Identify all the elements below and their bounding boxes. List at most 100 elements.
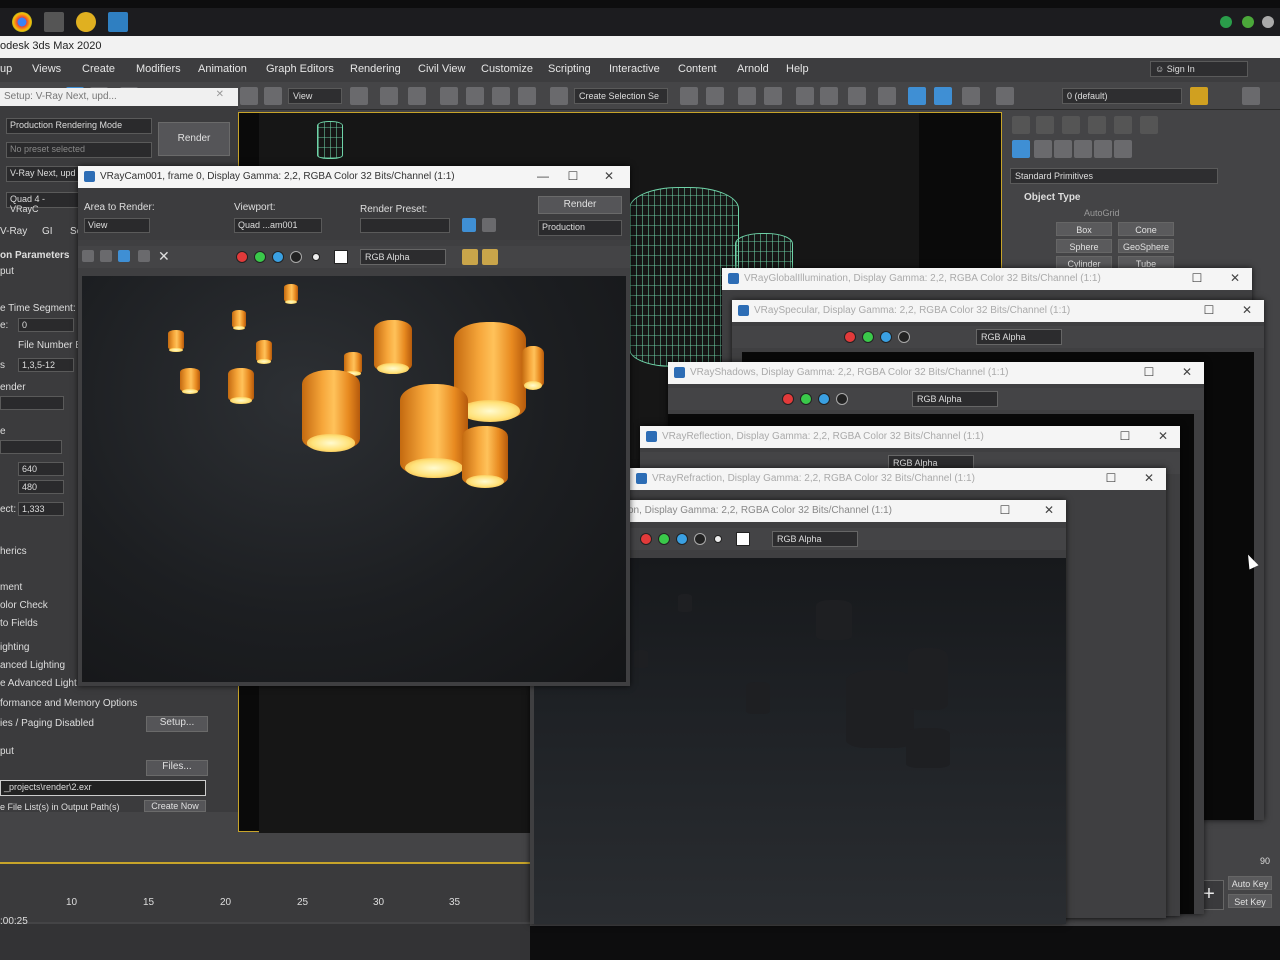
- menu-item-graph-editors[interactable]: Graph Editors: [266, 63, 334, 75]
- minimize-icon[interactable]: —: [536, 169, 550, 183]
- render-to-fields-checkbox[interactable]: to Fields: [0, 618, 38, 629]
- displacement-checkbox[interactable]: ment: [0, 582, 22, 593]
- close-icon[interactable]: ✕: [1180, 365, 1194, 379]
- geometry-icon[interactable]: [1012, 140, 1030, 158]
- setup-button[interactable]: Setup...: [146, 716, 208, 732]
- layer-explorer-icon[interactable]: [764, 87, 782, 105]
- green-channel-icon[interactable]: [800, 393, 812, 405]
- render-setup-icon[interactable]: [908, 87, 926, 105]
- tray-icon[interactable]: [1242, 16, 1254, 28]
- close-icon[interactable]: ✕: [1142, 471, 1156, 485]
- blue-channel-icon[interactable]: [880, 331, 892, 343]
- display-tab-icon[interactable]: [1114, 116, 1132, 134]
- red-channel-icon[interactable]: [236, 251, 248, 263]
- blue-channel-icon[interactable]: [272, 251, 284, 263]
- preset-dropdown[interactable]: No preset selected: [6, 142, 152, 158]
- tray-icon[interactable]: [1262, 16, 1274, 28]
- render-button[interactable]: Render: [158, 122, 230, 156]
- edit-icon[interactable]: [482, 218, 496, 232]
- view-to-render-dropdown[interactable]: Quad 4 - VRayC: [6, 192, 80, 214]
- menu-item-create[interactable]: Create: [82, 63, 115, 75]
- green-channel-icon[interactable]: [658, 533, 670, 545]
- files-button[interactable]: Files...: [146, 760, 208, 776]
- sign-in-dropdown[interactable]: ☺ Sign In: [1150, 61, 1248, 77]
- aspect-field[interactable]: 1,333: [18, 502, 64, 516]
- clear-icon[interactable]: ✕: [158, 248, 170, 265]
- channel-dropdown[interactable]: RGB Alpha: [912, 391, 998, 407]
- named-selection-icon[interactable]: [550, 87, 568, 105]
- spacewarps-icon[interactable]: [1114, 140, 1132, 158]
- render-production-icon[interactable]: [962, 87, 980, 105]
- clone-icon[interactable]: [118, 250, 130, 262]
- output-size-dropdown[interactable]: [0, 440, 62, 454]
- menu-item-civil-view[interactable]: Civil View: [418, 63, 465, 75]
- max-app-icon[interactable]: [108, 12, 128, 32]
- menu-item-views[interactable]: Views: [32, 63, 61, 75]
- radiation-icon[interactable]: [76, 12, 96, 32]
- move-tool-icon[interactable]: [240, 87, 258, 105]
- rotate-tool-icon[interactable]: [264, 87, 282, 105]
- area-to-render-dropdown[interactable]: View: [84, 218, 150, 233]
- red-channel-icon[interactable]: [640, 533, 652, 545]
- green-channel-icon[interactable]: [862, 331, 874, 343]
- tab-vray[interactable]: V-Ray: [0, 226, 27, 237]
- close-icon[interactable]: ✕: [1228, 271, 1242, 285]
- helpers-icon[interactable]: [1094, 140, 1112, 158]
- spinner-snap-icon[interactable]: [518, 87, 536, 105]
- snap-icon[interactable]: [408, 87, 426, 105]
- create-layer-icon[interactable]: [1190, 87, 1208, 105]
- autogrid-checkbox[interactable]: AutoGrid: [1084, 208, 1120, 218]
- layer-dropdown[interactable]: 0 (default): [1062, 88, 1182, 104]
- shapes-icon[interactable]: [1034, 140, 1052, 158]
- print-icon[interactable]: [138, 250, 150, 262]
- create-now-button[interactable]: Create Now: [144, 800, 206, 812]
- close-icon[interactable]: ✕: [1156, 429, 1170, 443]
- menu-item-help[interactable]: Help: [786, 63, 809, 75]
- utilities-tab-icon[interactable]: [1140, 116, 1158, 134]
- maximize-icon[interactable]: ☐: [1104, 471, 1118, 485]
- close-icon[interactable]: ✕: [1042, 503, 1056, 517]
- primitive-category-dropdown[interactable]: Standard Primitives: [1010, 168, 1218, 184]
- menu-item-animation[interactable]: Animation: [198, 63, 247, 75]
- swatch-icon[interactable]: [334, 250, 348, 264]
- set-key-button[interactable]: Set Key: [1228, 894, 1272, 908]
- advanced-lighting-checkbox[interactable]: anced Lighting: [0, 660, 65, 671]
- maximize-icon[interactable]: ☐: [1190, 271, 1204, 285]
- layers-icon[interactable]: [996, 87, 1014, 105]
- save-icon[interactable]: [82, 250, 94, 262]
- swatch-icon[interactable]: [736, 532, 750, 546]
- atmospherics-checkbox[interactable]: herics: [0, 546, 27, 557]
- video-color-check-checkbox[interactable]: olor Check: [0, 600, 48, 611]
- channel-dropdown[interactable]: RGB Alpha: [772, 531, 858, 547]
- menu-item-rendering[interactable]: Rendering: [350, 63, 401, 75]
- renderer-dropdown[interactable]: V-Ray Next, upd: [6, 166, 80, 182]
- geosphere-button[interactable]: GeoSphere: [1118, 239, 1174, 253]
- tab-gi[interactable]: GI: [42, 226, 53, 237]
- terminal-icon[interactable]: [44, 12, 64, 32]
- cone-button[interactable]: Cone: [1118, 222, 1174, 236]
- area-dropdown[interactable]: [0, 396, 64, 410]
- display-correction-icon[interactable]: [462, 249, 478, 265]
- menu-item-modifiers[interactable]: Modifiers: [136, 63, 181, 75]
- ribbon-icon[interactable]: [796, 87, 814, 105]
- timeline[interactable]: 10 15 20 25 30 35: [0, 862, 530, 922]
- green-channel-icon[interactable]: [254, 251, 266, 263]
- cameras-icon[interactable]: [1074, 140, 1092, 158]
- viewport-dropdown[interactable]: Quad ...am001: [234, 218, 322, 233]
- alpha-channel-icon[interactable]: [694, 533, 706, 545]
- height-field[interactable]: 480: [18, 480, 64, 494]
- workspace-icon[interactable]: [1242, 87, 1260, 105]
- percent-snap-icon[interactable]: [492, 87, 510, 105]
- object-type-rollout[interactable]: Object Type: [1024, 192, 1081, 203]
- move-gizmo-icon[interactable]: [380, 87, 398, 105]
- auto-key-button[interactable]: Auto Key: [1228, 876, 1272, 890]
- align-icon[interactable]: [706, 87, 724, 105]
- render-setup-icon[interactable]: [462, 218, 476, 232]
- menu-item-customize[interactable]: Customize: [481, 63, 533, 75]
- maximize-icon[interactable]: ☐: [566, 169, 580, 183]
- chrome-icon[interactable]: [12, 12, 32, 32]
- hierarchy-tab-icon[interactable]: [1062, 116, 1080, 134]
- mono-channel-icon[interactable]: [714, 535, 722, 543]
- maximize-icon[interactable]: ☐: [1202, 303, 1216, 317]
- production-dropdown[interactable]: Production: [538, 220, 622, 236]
